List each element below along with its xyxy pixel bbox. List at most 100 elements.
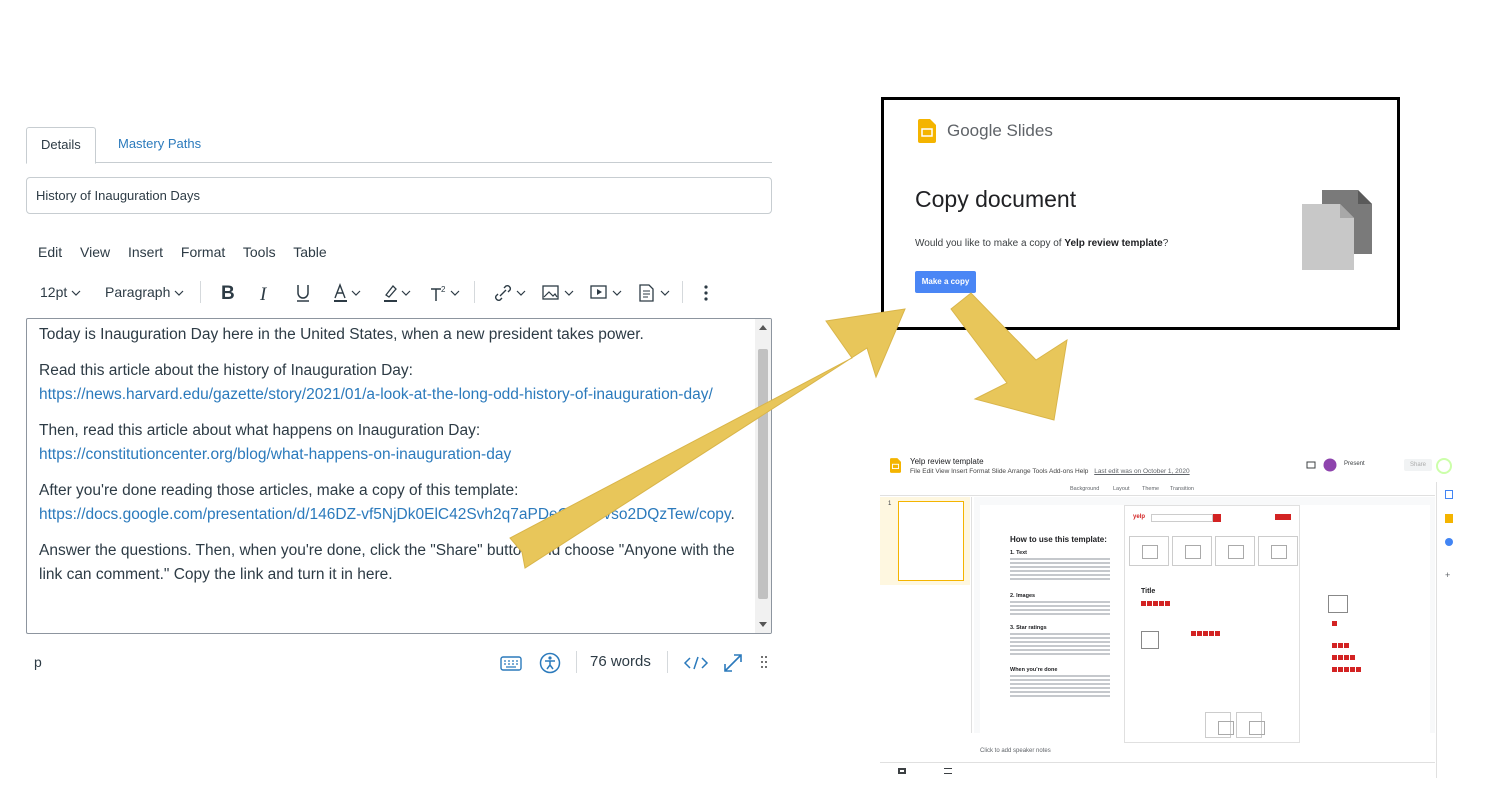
italic-button[interactable]: I	[258, 279, 272, 305]
font-size-select[interactable]: 12pt	[40, 279, 81, 305]
menu-arrange[interactable]: Arrange	[1008, 468, 1031, 475]
meet-icon[interactable]	[1323, 458, 1337, 472]
bold-icon: B	[221, 283, 235, 304]
image-button[interactable]	[541, 279, 577, 305]
dialog-heading: Copy document	[915, 186, 1077, 212]
html-editor-icon[interactable]	[683, 655, 709, 671]
slide-thumbnail-selected[interactable]: 1	[880, 497, 970, 585]
keep-icon[interactable]	[1445, 514, 1453, 523]
keyboard-icon[interactable]	[500, 654, 522, 672]
menu-format[interactable]: Format	[181, 244, 225, 260]
paragraph: Today is Inauguration Day here in the Un…	[39, 326, 644, 343]
superscript-icon: 2	[431, 285, 460, 302]
chevron-down-icon	[71, 290, 81, 297]
svg-text:B: B	[221, 283, 235, 301]
block-format-select[interactable]: Paragraph	[105, 279, 184, 305]
star-rating	[1332, 643, 1350, 648]
scroll-down-icon[interactable]	[759, 622, 767, 627]
transition-button[interactable]: Transition	[1170, 482, 1194, 496]
svg-text:2: 2	[441, 285, 446, 294]
element-path[interactable]: p	[34, 654, 42, 670]
last-edit-link[interactable]: Last edit was on October 1, 2020	[1094, 468, 1189, 475]
constitution-center-link[interactable]: https://constitutioncenter.org/blog/what…	[39, 446, 511, 463]
more-options-button[interactable]	[702, 279, 710, 305]
grid-view-icon[interactable]	[898, 768, 906, 774]
google-slides-window: Yelp review template File Edit View Inse…	[880, 452, 1460, 778]
editor-menubar: Edit View Insert Format Tools Table	[38, 244, 341, 264]
presentation-title[interactable]: Yelp review template	[910, 457, 984, 466]
menu-tools[interactable]: Tools	[1032, 468, 1047, 475]
text-placeholder	[1010, 601, 1110, 617]
paragraph-text: .	[730, 506, 735, 523]
tasks-icon[interactable]	[1445, 538, 1453, 546]
media-button[interactable]	[589, 279, 625, 305]
menu-format[interactable]: Format	[969, 468, 990, 475]
menu-insert[interactable]: Insert	[128, 244, 163, 260]
menu-view[interactable]: View	[80, 244, 110, 260]
menu-file[interactable]: File	[910, 468, 920, 475]
word-count[interactable]: 76 words	[590, 653, 651, 670]
slide-thumbnail[interactable]	[898, 501, 964, 581]
document-name: Yelp review template	[1064, 238, 1163, 249]
slide[interactable]: How to use this template: 1. Text 2. Ima…	[980, 505, 1430, 749]
accessibility-icon[interactable]	[539, 652, 561, 674]
scroll-up-icon[interactable]	[759, 325, 767, 330]
scroll-thumb[interactable]	[758, 349, 768, 599]
menu-view[interactable]: View	[935, 468, 949, 475]
rich-text-editor[interactable]: Today is Inauguration Day here in the Un…	[26, 318, 772, 634]
highlight-color-button[interactable]	[382, 279, 414, 305]
present-button[interactable]: Present	[1344, 461, 1365, 467]
editor-content[interactable]: Today is Inauguration Day here in the Un…	[39, 323, 747, 599]
menu-slide[interactable]: Slide	[992, 468, 1006, 475]
add-addon-icon[interactable]: +	[1445, 570, 1450, 580]
statusbar-divider	[576, 651, 577, 673]
theme-button[interactable]: Theme	[1142, 482, 1159, 496]
document-icon	[639, 284, 670, 302]
editor-scrollbar[interactable]	[755, 319, 771, 633]
calendar-icon[interactable]	[1445, 490, 1453, 499]
assignment-title-input[interactable]: History of Inauguration Days	[26, 177, 772, 214]
superscript-button[interactable]: 2	[429, 279, 463, 305]
text-color-button[interactable]	[332, 279, 364, 305]
text-placeholder	[1010, 675, 1110, 699]
slides-copy-link[interactable]: https://docs.google.com/presentation/d/1…	[39, 506, 731, 523]
slides-menubar: File Edit View Insert Format Slide Arran…	[910, 468, 1190, 475]
layout-button[interactable]: Layout	[1113, 482, 1130, 496]
star-rating	[1141, 601, 1171, 606]
yelp-search-box	[1151, 514, 1213, 522]
comment-icon[interactable]	[1306, 461, 1316, 470]
font-size-value: 12pt	[40, 284, 68, 300]
google-slides-logo-icon	[918, 119, 936, 143]
dialog-question: Would you like to make a copy of Yelp re…	[915, 238, 1168, 249]
resize-handle-icon[interactable]	[760, 654, 768, 672]
background-button[interactable]: Background	[1070, 482, 1099, 496]
menu-help[interactable]: Help	[1075, 468, 1088, 475]
menu-edit[interactable]: Edit	[922, 468, 933, 475]
harvard-article-link[interactable]: https://news.harvard.edu/gazette/story/2…	[39, 386, 713, 403]
view-switcher	[880, 762, 1435, 778]
svg-text:I: I	[259, 284, 268, 302]
media-icon	[590, 285, 622, 299]
menu-insert[interactable]: Insert	[951, 468, 967, 475]
document-button[interactable]	[637, 279, 673, 305]
make-a-copy-button[interactable]: Make a copy	[915, 271, 976, 293]
menu-edit[interactable]: Edit	[38, 244, 62, 260]
bold-button[interactable]: B	[220, 279, 236, 305]
question-text: ?	[1162, 238, 1169, 249]
menu-table[interactable]: Table	[293, 244, 326, 260]
share-button[interactable]: Share	[1404, 459, 1432, 471]
menu-tools[interactable]: Tools	[243, 244, 276, 260]
image-placeholder-icon	[1258, 536, 1298, 566]
menu-addons[interactable]: Add-ons	[1049, 468, 1073, 475]
underline-button[interactable]	[294, 279, 312, 305]
link-button[interactable]	[493, 279, 529, 305]
slides-toolbar: Background Layout Theme Transition	[880, 482, 1435, 496]
image-placeholder-icon	[1236, 712, 1265, 738]
tab-details[interactable]: Details	[26, 127, 96, 164]
fullscreen-icon[interactable]	[722, 652, 744, 674]
speaker-notes[interactable]: Click to add speaker notes	[980, 748, 1051, 754]
avatar[interactable]	[1436, 458, 1452, 474]
tab-mastery-paths[interactable]: Mastery Paths	[104, 127, 215, 163]
image-placeholder-icon	[1205, 712, 1234, 738]
filmstrip-view-icon[interactable]	[944, 768, 952, 774]
